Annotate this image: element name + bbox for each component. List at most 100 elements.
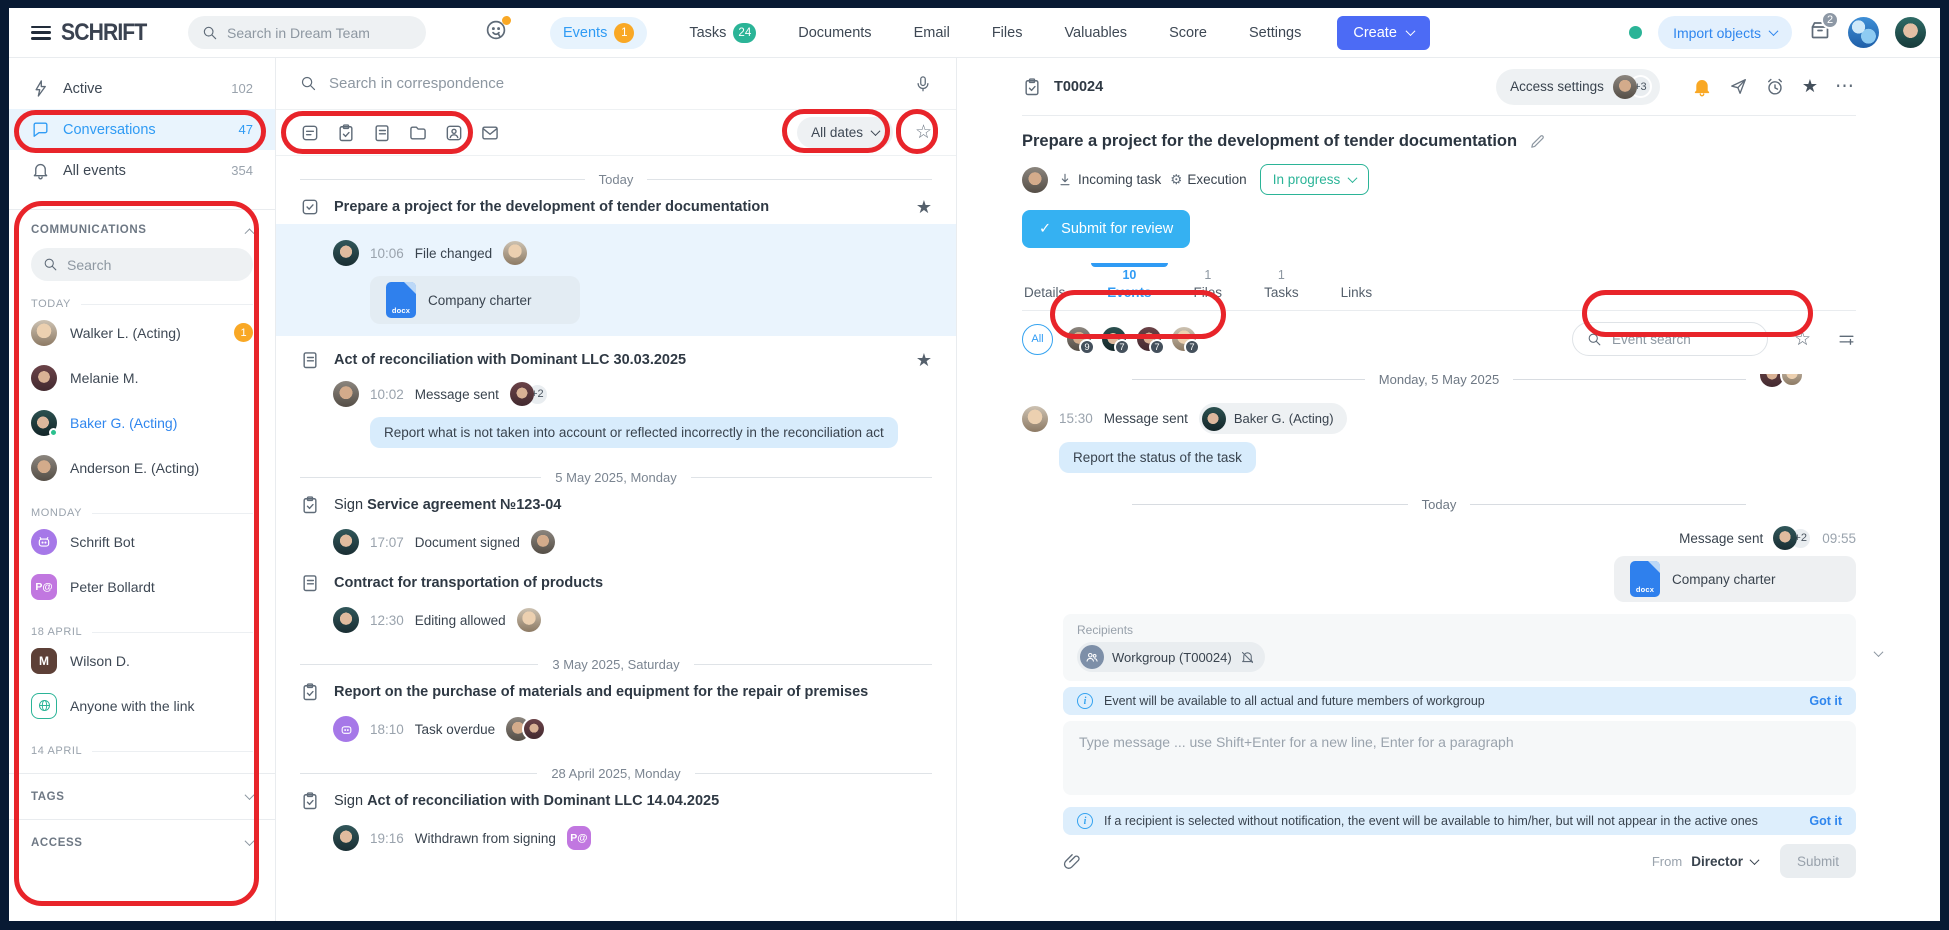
tab-details[interactable]: Details (1022, 264, 1067, 310)
feed-note-icon[interactable] (300, 123, 320, 143)
search-placeholder: Search in correspondence (329, 75, 504, 92)
nav-events[interactable]: Events 1 (550, 17, 647, 49)
notifications-bell-icon[interactable] (1692, 77, 1712, 97)
document-icon[interactable] (372, 123, 392, 143)
participant-avatar[interactable]: 7 (1172, 327, 1196, 351)
contact-card-icon[interactable] (444, 123, 464, 143)
filter-all-button[interactable]: All (1022, 324, 1053, 355)
attachment-chip[interactable]: docx Company charter (1614, 556, 1856, 602)
sidebar-item-all-events[interactable]: All events 354 (9, 150, 275, 191)
recipients-block[interactable]: Recipients Workgroup (T00024) (1063, 614, 1856, 681)
microphone-icon[interactable] (914, 75, 932, 93)
person-wilson[interactable]: M Wilson D. (9, 638, 275, 683)
date-filter-dropdown[interactable]: All dates (797, 117, 893, 148)
feed-event-row[interactable]: 19:16 Withdrawn from signing P@ (276, 823, 956, 853)
person-melanie[interactable]: Melanie M. (9, 355, 275, 400)
from-dropdown[interactable]: Director (1691, 854, 1758, 869)
sidebar-item-conversations[interactable]: Conversations 47 (9, 109, 275, 150)
alarm-clock-icon[interactable] (1765, 77, 1785, 97)
avatar (522, 717, 546, 741)
access-settings-button[interactable]: Access settings +3 (1496, 69, 1660, 105)
envelope-icon[interactable] (480, 123, 500, 143)
person-peter[interactable]: P@ Peter Bollardt (9, 564, 275, 609)
feed-item-title-row[interactable]: Contract for transportation of products (276, 573, 956, 593)
tab-events[interactable]: 10Events (1105, 264, 1153, 310)
send-plane-icon[interactable] (1729, 77, 1748, 96)
person-anyone-link[interactable]: Anyone with the link (9, 683, 275, 728)
recipient-chip[interactable]: Baker G. (Acting) (1199, 403, 1347, 434)
status-dropdown[interactable]: In progress (1260, 164, 1370, 195)
sidebar-section-access[interactable]: ACCESS (9, 819, 275, 865)
nav-score[interactable]: Score (1169, 25, 1207, 41)
person-anderson[interactable]: Anderson E. (Acting) (9, 445, 275, 490)
participant-avatar[interactable]: 9 (1067, 327, 1091, 351)
feed-item-title: Act of reconciliation with Dominant LLC … (334, 352, 686, 368)
filter-sliders-icon[interactable] (1837, 330, 1856, 349)
correspondence-search-input[interactable]: Search in correspondence (276, 58, 956, 110)
feed-event-row[interactable]: 10:02 Message sent +2 (276, 379, 956, 409)
starred-events-button[interactable]: ☆ (1794, 328, 1811, 351)
nav-documents[interactable]: Documents (798, 25, 871, 41)
feed-item-title-row[interactable]: Act of reconciliation with Dominant LLC … (276, 350, 956, 371)
global-search-input[interactable]: Search in Dream Team (188, 16, 426, 49)
docx-file-icon: docx (386, 282, 416, 318)
participant-avatar[interactable]: 7 (1102, 327, 1126, 351)
person-schrift-bot[interactable]: Schrift Bot (9, 519, 275, 564)
nav-email[interactable]: Email (914, 25, 950, 41)
star-filled-icon[interactable]: ★ (916, 197, 932, 218)
feed-event-row[interactable]: 18:10 Task overdue (276, 714, 956, 744)
tray-button[interactable]: 2 (1808, 18, 1832, 47)
workspace-avatar[interactable] (1848, 17, 1879, 48)
star-filled-icon[interactable]: ★ (1802, 76, 1818, 97)
communications-search-input[interactable]: Search (31, 248, 253, 281)
timeline-event-outgoing[interactable]: Message sent +2 09:55 (1022, 526, 1856, 550)
got-it-button[interactable]: Got it (1809, 814, 1842, 828)
message-placeholder: Type message ... use Shift+Enter for a n… (1079, 734, 1514, 750)
folder-icon[interactable] (408, 123, 428, 143)
create-button[interactable]: Create (1337, 16, 1430, 50)
info-icon: i (1077, 813, 1093, 829)
import-objects-button[interactable]: Import objects (1658, 16, 1792, 49)
user-avatar[interactable] (1895, 17, 1926, 48)
feed-event-row[interactable]: 17:07 Document signed (276, 527, 956, 557)
feed-event-row[interactable]: 10:06 File changed (276, 238, 956, 268)
message-input[interactable]: Type message ... use Shift+Enter for a n… (1063, 721, 1856, 795)
communications-header[interactable]: COMMUNICATIONS (9, 224, 275, 236)
feed-item: Contract for transportation of products … (276, 573, 956, 635)
event-type-filters (300, 123, 500, 143)
person-walker[interactable]: Walker L. (Acting) 1 (9, 310, 275, 355)
attachment-chip[interactable]: docx Company charter (370, 276, 580, 324)
feed-item-title-row[interactable]: Sign Act of reconciliation with Dominant… (276, 791, 956, 811)
tab-files[interactable]: 1Files (1192, 264, 1225, 310)
feed-item-title-row[interactable]: Sign Service agreement №123-04 (276, 495, 956, 515)
favorites-filter-button[interactable]: ☆ (915, 121, 932, 144)
tab-tasks[interactable]: 1Tasks (1262, 264, 1301, 310)
nav-files[interactable]: Files (992, 25, 1023, 41)
edit-pencil-icon[interactable] (1529, 133, 1546, 150)
paperclip-icon[interactable] (1063, 852, 1082, 871)
person-baker[interactable]: Baker G. (Acting) (9, 400, 275, 445)
more-menu-icon[interactable]: ⋯ (1835, 75, 1856, 98)
menu-icon[interactable] (31, 26, 51, 40)
submit-for-review-button[interactable]: ✓ Submit for review (1022, 210, 1190, 248)
workgroup-chip[interactable]: Workgroup (T00024) (1077, 642, 1265, 672)
sidebar-section-tags[interactable]: TAGS (9, 773, 275, 819)
nav-settings[interactable]: Settings (1249, 25, 1301, 41)
nav-tasks[interactable]: Tasks 24 (689, 23, 756, 43)
sidebar-item-active[interactable]: Active 102 (9, 68, 275, 109)
feed-item-title-row[interactable]: Report on the purchase of materials and … (276, 682, 956, 702)
feed-event-row[interactable]: 12:30 Editing allowed (276, 605, 956, 635)
avatar (333, 240, 359, 266)
timeline-event[interactable]: 15:30 Message sent Baker G. (Acting) (1022, 403, 1856, 434)
tab-links[interactable]: Links (1339, 264, 1375, 310)
support-bot-button[interactable] (484, 18, 508, 47)
submit-button[interactable]: Submit (1780, 844, 1856, 878)
nav-valuables[interactable]: Valuables (1064, 25, 1127, 41)
star-filled-icon[interactable]: ★ (916, 350, 932, 371)
event-search-input[interactable]: Event search (1572, 322, 1768, 356)
task-clipboard-icon[interactable] (336, 123, 356, 143)
task-clipboard-icon (300, 495, 320, 515)
feed-item-title-row[interactable]: Prepare a project for the development of… (276, 197, 956, 218)
got-it-button[interactable]: Got it (1809, 694, 1842, 708)
participant-avatar[interactable]: 7 (1137, 327, 1161, 351)
